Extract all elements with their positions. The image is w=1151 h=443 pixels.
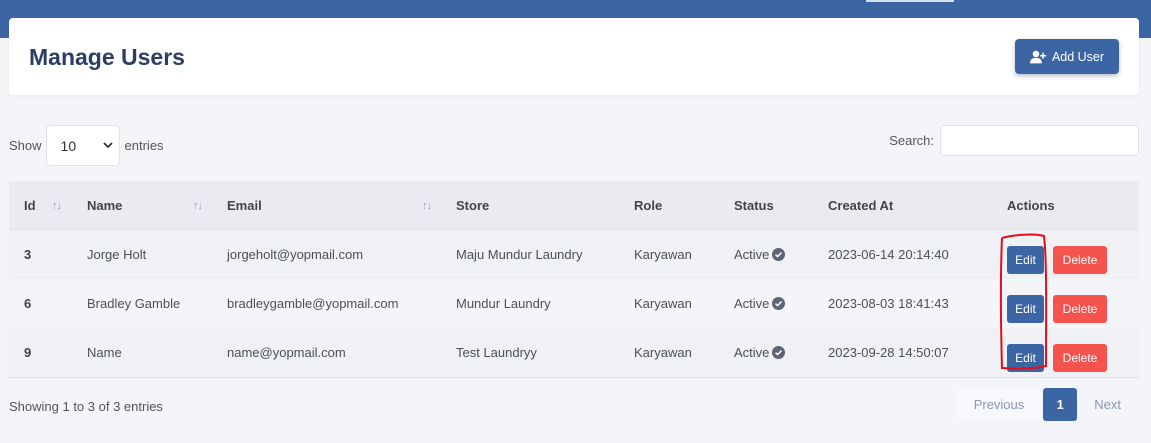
column-header-created-at: Created At <box>828 197 894 213</box>
table-row: 6 Bradley Gamble bradleygamble@yopmail.c… <box>9 279 1139 328</box>
pagination-page-1[interactable]: 1 <box>1043 388 1078 421</box>
sort-icon: ↑↓ <box>52 200 62 212</box>
entries-length-control: Show 10 entries <box>9 125 164 166</box>
delete-button[interactable]: Delete <box>1053 245 1107 274</box>
cell-role: Karyawan <box>634 247 692 262</box>
cell-email: jorgeholt@yopmail.com <box>227 247 364 262</box>
cell-role: Karyawan <box>634 296 692 311</box>
page-header-card: Manage Users Add User <box>9 18 1139 95</box>
show-label: Show <box>9 138 42 153</box>
column-header-id[interactable]: Id ↑↓ <box>9 181 87 229</box>
cell-store: Mundur Laundry <box>456 296 551 311</box>
column-header-role: Role <box>634 197 663 213</box>
pagination: Previous 1 Next <box>956 388 1138 421</box>
cell-email: bradleygamble@yopmail.com <box>227 296 399 311</box>
entries-select-value: 10 <box>60 137 77 154</box>
search-label: Search: <box>889 133 934 148</box>
column-header-email[interactable]: Email ↑↓ <box>227 181 456 229</box>
entries-label: entries <box>124 138 164 153</box>
users-table: Id ↑↓ Name ↑↓ Email ↑↓ Store Role Status… <box>9 181 1139 378</box>
table-info: Showing 1 to 3 of 3 entries <box>9 399 163 414</box>
cell-store: Maju Mundur Laundry <box>456 247 583 262</box>
cell-name: Bradley Gamble <box>87 296 181 311</box>
cell-status: Active <box>734 247 770 262</box>
cell-role: Karyawan <box>634 345 692 360</box>
delete-button[interactable]: Delete <box>1053 294 1107 323</box>
cell-created-at: 2023-06-14 20:14:40 <box>828 247 949 262</box>
table-header: Id ↑↓ Name ↑↓ Email ↑↓ Store Role Status… <box>9 181 1139 230</box>
check-circle-icon <box>772 248 786 261</box>
column-header-status: Status <box>734 197 774 213</box>
delete-button[interactable]: Delete <box>1053 343 1107 372</box>
table-search: Search: <box>889 125 1139 156</box>
cell-email: name@yopmail.com <box>227 345 346 360</box>
table-row: 3 Jorge Holt jorgeholt@yopmail.com Maju … <box>9 230 1139 279</box>
sort-icon: ↑↓ <box>193 200 203 212</box>
check-circle-icon <box>772 297 786 310</box>
cell-name: Name <box>87 345 122 360</box>
navbar-tab-indicator <box>866 0 954 2</box>
cell-id: 6 <box>24 296 32 311</box>
entries-select[interactable]: 10 <box>45 125 120 166</box>
cell-created-at: 2023-08-03 18:41:43 <box>828 296 949 311</box>
cell-status: Active <box>734 345 770 360</box>
column-header-actions: Actions <box>1007 197 1055 213</box>
cell-status: Active <box>734 296 770 311</box>
user-plus-icon <box>1029 50 1047 63</box>
sort-icon: ↑↓ <box>422 200 432 212</box>
pagination-previous[interactable]: Previous <box>956 388 1042 421</box>
column-header-name[interactable]: Name ↑↓ <box>87 181 227 229</box>
cell-id: 3 <box>24 247 32 262</box>
page-title: Manage Users <box>29 44 185 70</box>
pagination-next[interactable]: Next <box>1077 388 1138 421</box>
annotation-highlight <box>999 233 1048 370</box>
search-input[interactable] <box>940 125 1139 156</box>
cell-store: Test Laundryy <box>456 345 537 360</box>
table-row: 9 Name name@yopmail.com Test Laundryy Ka… <box>9 328 1139 377</box>
chevron-down-icon <box>102 142 113 149</box>
cell-created-at: 2023-09-28 14:50:07 <box>828 345 949 360</box>
column-header-store: Store <box>456 197 490 213</box>
check-circle-icon <box>772 346 786 359</box>
add-user-label: Add User <box>1051 49 1105 64</box>
add-user-button[interactable]: Add User <box>1015 39 1119 74</box>
cell-name: Jorge Holt <box>87 247 147 262</box>
cell-id: 9 <box>24 345 32 360</box>
